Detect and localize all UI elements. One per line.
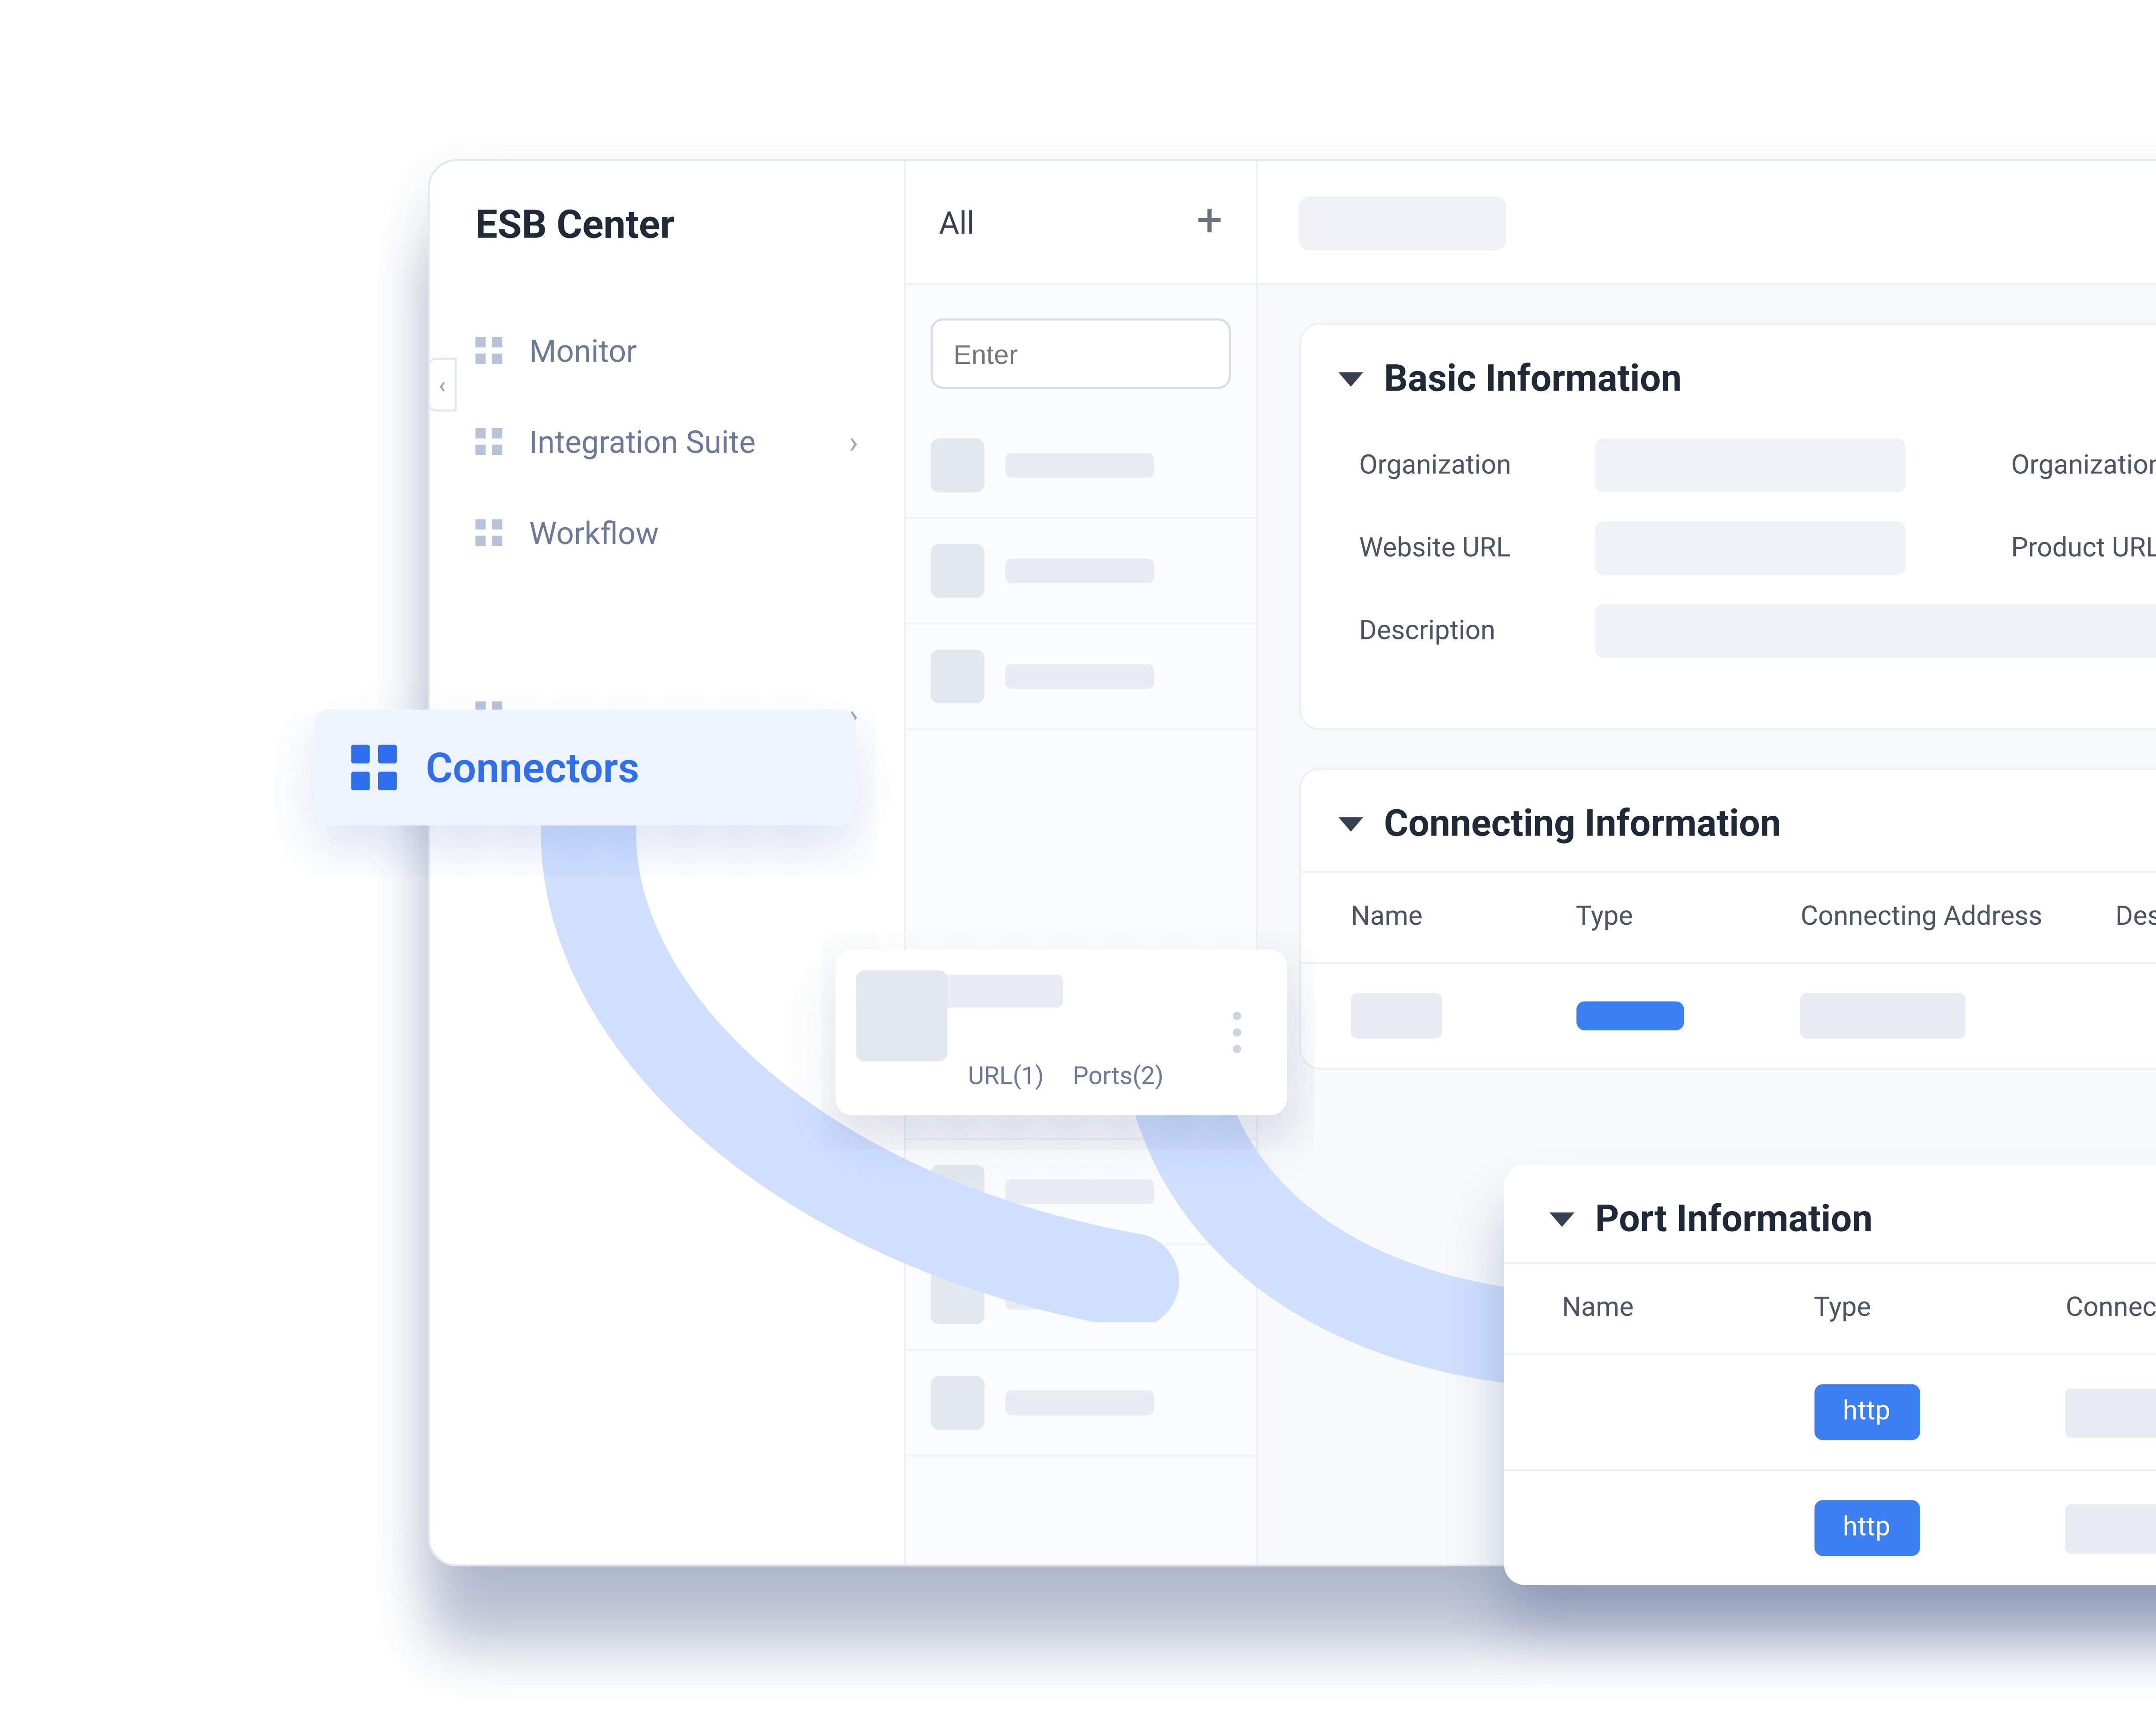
sidebar-item-label: Integration Suite: [529, 424, 849, 461]
title-placeholder: [1299, 195, 1506, 249]
collapse-icon: [1549, 1212, 1574, 1227]
field-label: Product URL: [2011, 532, 2156, 564]
list-item[interactable]: [906, 519, 1255, 625]
collapse-icon: [1338, 817, 1363, 832]
organization-input[interactable]: [1595, 438, 1905, 492]
list-item[interactable]: [906, 413, 1255, 519]
search-box[interactable]: [931, 318, 1231, 388]
collapse-left-icon[interactable]: ‹: [1228, 1196, 1257, 1249]
grid-icon: [475, 428, 504, 457]
sidebar-item-monitor[interactable]: Monitor: [429, 306, 903, 397]
type-badge: http: [1814, 1500, 1919, 1556]
connecting-information-card: Connecting Information Name Type Connect…: [1299, 767, 2156, 1070]
list-item[interactable]: [906, 1140, 1255, 1246]
card-title: Port Information: [1595, 1198, 1873, 1241]
type-badge: http: [1814, 1384, 1919, 1440]
sidebar-item-workflow[interactable]: Workflow: [429, 488, 903, 579]
table-row: http Publish: [1504, 1353, 2156, 1469]
card-header[interactable]: Port Information: [1504, 1165, 2156, 1262]
list-filter-all[interactable]: All: [939, 203, 974, 241]
grid-icon: [351, 745, 397, 790]
field-label: Organization: [1359, 450, 1557, 481]
selected-connector-card[interactable]: URL(1) Ports(2): [835, 949, 1286, 1115]
top-bar: [1257, 161, 2156, 285]
col-type: Type: [1576, 902, 1800, 933]
field-label: Website URL: [1359, 532, 1557, 564]
grid-icon: [475, 337, 504, 366]
col-type: Type: [1814, 1293, 2065, 1324]
collapse-left-icon[interactable]: ‹: [427, 357, 456, 411]
card-title: Connecting Information: [1384, 802, 1781, 846]
sidebar-item-connectors[interactable]: Connectors: [313, 709, 856, 825]
app-title: ESB Center: [429, 161, 903, 285]
col-name: Name: [1351, 902, 1575, 933]
sidebar-item-label: Monitor: [529, 333, 858, 370]
sidebar-item-label: Workflow: [529, 515, 858, 552]
card-title: Basic Information: [1384, 357, 1682, 401]
ports-count: Ports(2): [1073, 1061, 1164, 1090]
table-row: [1301, 962, 2156, 1068]
description-input[interactable]: [1595, 604, 2156, 657]
grid-icon: [475, 519, 504, 548]
table-row: http Publish: [1504, 1469, 2156, 1585]
port-information-card: Port Information Name Type Connecting Ad…: [1504, 1165, 2156, 1584]
collapse-icon: [1338, 372, 1363, 387]
card-header[interactable]: Basic Information: [1301, 324, 2156, 426]
sidebar: ESB Center Monitor Integration Suite › W…: [429, 161, 906, 1564]
more-menu-icon[interactable]: [1212, 1028, 1262, 1036]
card-header[interactable]: Connecting Information: [1301, 770, 2156, 871]
list-item[interactable]: [906, 1246, 1255, 1351]
connector-thumbnail: [856, 970, 947, 1061]
field-label: Description: [1359, 615, 1557, 646]
sidebar-item-integration-suite[interactable]: Integration Suite ›: [429, 397, 903, 488]
search-input[interactable]: [953, 338, 1318, 369]
table-header: Name Type Connecting Address Status: [1504, 1262, 2156, 1353]
connectors-label: Connectors: [426, 742, 639, 792]
type-badge: [1576, 1001, 1683, 1030]
col-name: Name: [1562, 1293, 1814, 1324]
list-item[interactable]: [906, 1351, 1255, 1456]
col-address: Connecting Address: [2065, 1293, 2156, 1324]
col-description: Description: [2115, 902, 2156, 933]
table-header: Name Type Connecting Address Description…: [1301, 871, 2156, 962]
list-column: All + ‹: [906, 161, 1257, 1564]
url-count: URL(1): [968, 1061, 1044, 1090]
col-address: Connecting Address: [1800, 902, 2115, 933]
basic-information-card: Basic Information Organization Organizat…: [1299, 322, 2156, 730]
add-button[interactable]: +: [1197, 199, 1222, 245]
chevron-right-icon: ›: [849, 424, 858, 461]
website-url-input[interactable]: [1595, 521, 1905, 575]
list-item[interactable]: [906, 624, 1255, 730]
field-label: Organization: [2011, 450, 2156, 481]
